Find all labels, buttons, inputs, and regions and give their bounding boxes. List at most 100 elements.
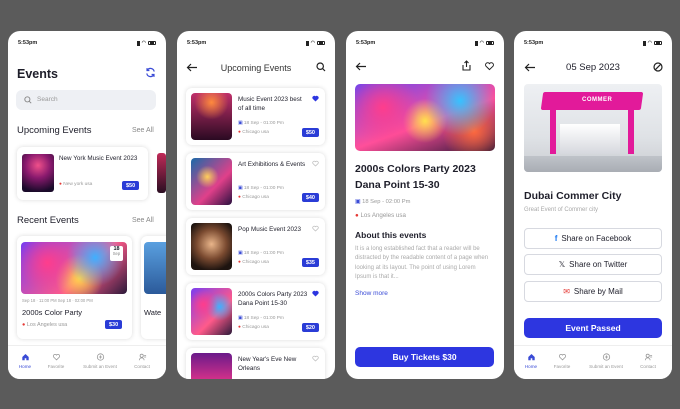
date-badge: 18 Sep	[110, 246, 123, 261]
plus-circle-icon	[96, 353, 104, 361]
share-icon[interactable]	[462, 60, 471, 71]
refresh-icon[interactable]	[145, 67, 156, 78]
back-arrow-icon[interactable]	[355, 62, 367, 71]
battery-icon	[317, 40, 325, 46]
page-date: 05 Sep 2023	[566, 62, 620, 73]
event-location: New york usa	[63, 182, 93, 187]
event-title: 2000s Colors Party 2023 Dana Point 15-30	[355, 163, 476, 192]
event-title: Art Exhibitions & Events	[238, 161, 306, 168]
see-all-upcoming-link[interactable]: See All	[132, 127, 154, 134]
search-icon[interactable]	[316, 62, 326, 72]
bottom-tab-bar: Home Favorite Submit an Event Contact	[514, 345, 672, 379]
screen-event-detail: 5:53pm ◠ 2000s Colors Party 2023 Dana Po…	[346, 31, 504, 379]
page-title: Upcoming Events	[220, 63, 292, 73]
heart-icon[interactable]	[484, 61, 495, 71]
buy-tickets-button[interactable]: Buy Tickets $30	[355, 347, 494, 367]
tab-label: Home	[18, 364, 32, 369]
event-thumbnail	[191, 93, 232, 140]
next-card-peek	[157, 153, 166, 193]
show-more-link[interactable]: Show more	[355, 290, 388, 297]
see-all-recent-link[interactable]: See All	[132, 217, 154, 224]
tab-label: Home	[524, 364, 538, 369]
heart-icon[interactable]	[312, 95, 319, 102]
heart-icon	[52, 354, 60, 361]
facebook-icon: f	[554, 234, 558, 243]
price-badge: $35	[301, 258, 319, 267]
heart-icon[interactable]	[312, 160, 319, 167]
share-mail-button[interactable]: ✉ Share by Mail	[524, 281, 662, 302]
signal-icon	[471, 40, 478, 46]
event-title: Music Event 2023 best of all time	[238, 96, 302, 113]
wifi-icon: ◠	[647, 40, 652, 46]
next-recent-card-peek[interactable]: Wate	[141, 236, 166, 339]
about-text: It is a long established fact that a rea…	[355, 246, 489, 280]
status-bar: 5:53pm ◠	[18, 40, 156, 48]
tab-label: Favorite	[47, 364, 65, 369]
event-thumbnail	[22, 154, 54, 192]
tab-home[interactable]: Home	[514, 353, 548, 369]
status-time: 5:53pm	[18, 40, 38, 46]
upcoming-event-card[interactable]: New York Music Event 2023 ● New york usa…	[17, 147, 148, 200]
event-title: New York Music Event 2023	[59, 155, 138, 162]
event-list-item[interactable]: 2000s Colors Party 2023 Dana Point 15-30…	[186, 283, 325, 340]
calendar-icon: ▣	[238, 251, 243, 256]
event-image: 18 Sep	[21, 242, 127, 294]
screen-events-home: 5:53pm ◠ Events Search Upcoming Events S…	[8, 31, 166, 379]
venue-image: COMMER	[524, 84, 662, 172]
tab-favorite[interactable]: Favorite	[545, 353, 579, 369]
block-icon[interactable]	[653, 62, 663, 72]
status-bar: 5:53pm ◠	[524, 40, 662, 48]
tab-submit-event[interactable]: Submit an Event	[584, 353, 628, 369]
status-time: 5:53pm	[524, 40, 544, 46]
heart-icon[interactable]	[312, 290, 319, 297]
event-thumbnail	[191, 158, 232, 205]
tab-contact[interactable]: Contact	[125, 353, 159, 369]
tab-contact[interactable]: Contact	[631, 353, 665, 369]
event-subtitle: Great Event of Commer city	[524, 207, 599, 213]
event-time: Sep 18 · 11:00 PM Sep 18 · 02:00 PM	[22, 298, 93, 303]
signal-icon	[133, 40, 140, 46]
wifi-icon: ◠	[141, 40, 146, 46]
event-location: Chicago usa	[242, 130, 269, 135]
event-location: Los Angeles usa	[360, 212, 406, 219]
screen-event-share: 5:53pm ◠ 05 Sep 2023 COMMER Dubai Commer…	[514, 31, 672, 379]
event-title: New Year's Eve New Orleans	[238, 356, 297, 373]
location-pin-icon: ●	[355, 212, 359, 219]
event-list-item[interactable]: Art Exhibitions & Events ▣ 18 Sep - 01:0…	[186, 153, 325, 210]
event-location: Los Angeles usa	[26, 322, 68, 328]
battery-icon	[486, 40, 494, 46]
tab-favorite[interactable]: Favorite	[39, 353, 73, 369]
status-time: 5:53pm	[356, 40, 376, 46]
tab-home[interactable]: Home	[8, 353, 42, 369]
signal-icon	[302, 40, 309, 46]
recent-event-card[interactable]: 18 Sep Sep 18 · 11:00 PM Sep 18 · 02:00 …	[17, 236, 132, 339]
tab-submit-event[interactable]: Submit an Event	[78, 353, 122, 369]
event-list-item[interactable]: New Year's Eve New Orleans ▣ 1 Jan - 01:…	[186, 348, 325, 379]
booth-sign: COMMER	[582, 97, 613, 103]
tab-label: Contact	[640, 364, 656, 369]
event-passed-button[interactable]: Event Passed	[524, 318, 662, 338]
event-list-item[interactable]: Music Event 2023 best of all time ▣ 18 S…	[186, 88, 325, 145]
location-pin-icon: ●	[22, 322, 26, 328]
calendar-icon: ▣	[238, 316, 243, 321]
event-title: Dubai Commer City	[524, 190, 622, 202]
tab-label: Submit an Event	[589, 364, 623, 369]
location-pin-icon: ●	[238, 195, 241, 200]
heart-icon[interactable]	[312, 355, 319, 362]
event-time: 18 Sep - 01:00 Pm	[243, 121, 284, 126]
share-facebook-button[interactable]: f Share on Facebook	[524, 228, 662, 249]
share-twitter-button[interactable]: 𝕏 Share on Twitter	[524, 254, 662, 275]
event-title: Pop Music Event 2023	[238, 226, 302, 233]
search-placeholder: Search	[37, 96, 58, 103]
event-hero-image	[355, 84, 495, 151]
contact-icon	[644, 353, 652, 361]
event-location: Chicago usa	[242, 325, 269, 330]
recent-heading: Recent Events	[17, 215, 79, 226]
event-time: 18 Sep - 01:00 Pm	[243, 251, 284, 256]
event-time: 18 Sep - 01:00 Pm	[243, 186, 284, 191]
event-time: 18 Sep - 01:00 Pm	[243, 316, 284, 321]
event-list-item[interactable]: Pop Music Event 2023 ▣ 18 Sep - 01:00 Pm…	[186, 218, 325, 275]
about-heading: About this events	[355, 230, 427, 240]
search-input[interactable]: Search	[16, 90, 156, 110]
heart-icon[interactable]	[312, 225, 319, 232]
